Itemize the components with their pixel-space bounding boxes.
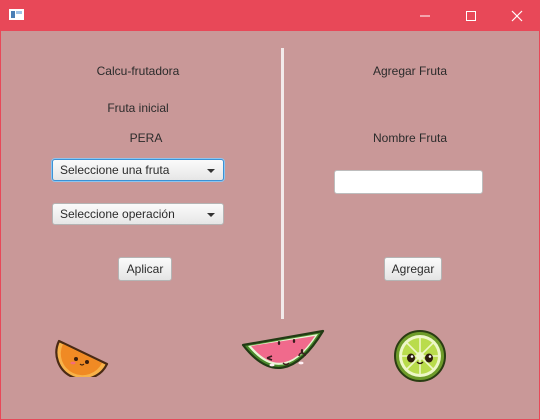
maximize-icon xyxy=(466,10,476,21)
operation-select-value: Seleccione operación xyxy=(60,207,175,221)
initial-fruit-label: Fruta inicial xyxy=(107,101,169,115)
orange-slice-icon xyxy=(55,339,109,377)
vertical-divider xyxy=(281,48,284,319)
minimize-button[interactable] xyxy=(402,0,448,31)
initial-fruit-value: PERA xyxy=(129,131,163,145)
operation-select[interactable]: Seleccione operación xyxy=(52,203,224,225)
title-bar xyxy=(0,0,540,31)
close-icon xyxy=(511,10,523,21)
apply-button[interactable]: Aplicar xyxy=(118,257,172,281)
app-title: Calcu-frutadora xyxy=(96,64,180,78)
fruit-name-input[interactable] xyxy=(334,170,483,194)
lime-slice-icon xyxy=(394,330,446,382)
watermelon-slice-icon xyxy=(241,329,325,369)
chevron-down-icon xyxy=(207,213,215,217)
main-panel: Calcu-frutadora Fruta inicial PERA Selec… xyxy=(1,31,539,419)
fruit-select[interactable]: Seleccione una fruta xyxy=(52,159,224,181)
chevron-down-icon xyxy=(207,169,215,173)
add-button[interactable]: Agregar xyxy=(384,257,442,281)
fruit-select-value: Seleccione una fruta xyxy=(60,163,170,177)
maximize-button[interactable] xyxy=(448,0,494,31)
fruit-name-label: Nombre Fruta xyxy=(372,131,448,145)
add-fruit-title: Agregar Fruta xyxy=(372,64,448,78)
close-button[interactable] xyxy=(494,0,540,31)
minimize-icon xyxy=(420,15,430,16)
window-icon xyxy=(9,9,24,20)
